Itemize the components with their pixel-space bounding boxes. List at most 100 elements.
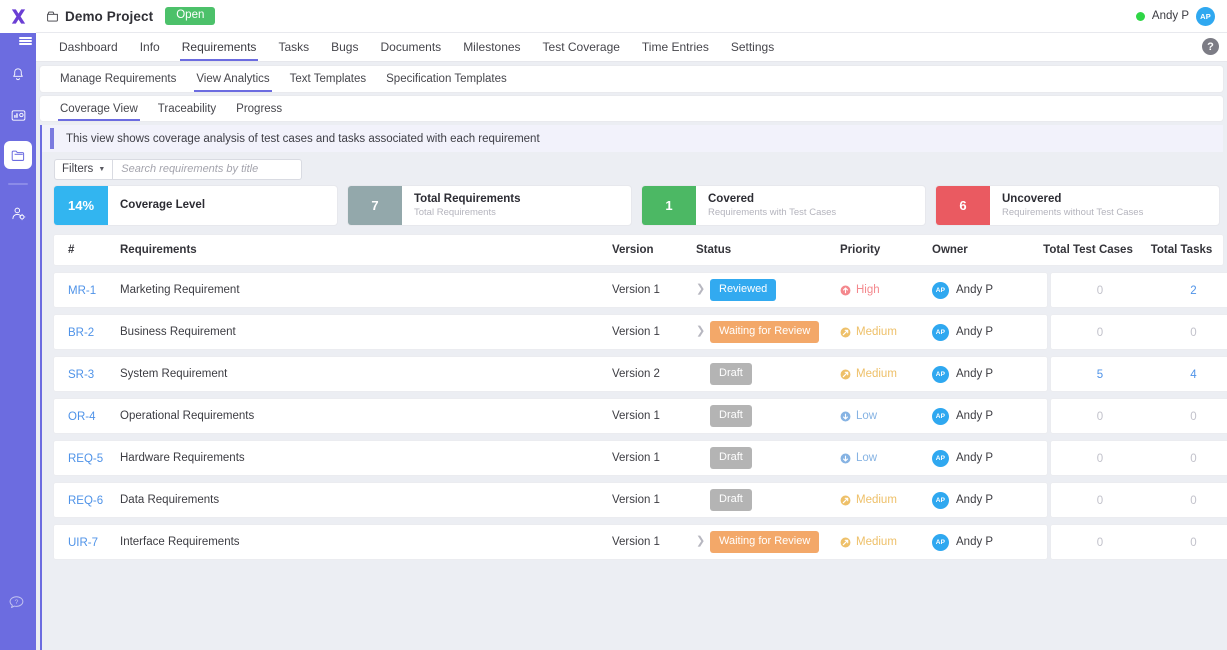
priority-cell: Low	[840, 410, 932, 422]
column-header-owner[interactable]: Owner	[932, 244, 1039, 256]
version-cell: Version 1	[612, 452, 660, 464]
tab-requirements[interactable]: Requirements	[171, 33, 268, 61]
status-cell: ❯ Reviewed	[696, 279, 840, 301]
chevron-right-icon[interactable]: ❯	[696, 324, 705, 337]
tab-milestones[interactable]: Milestones	[452, 33, 531, 61]
avatar[interactable]: AP	[932, 449, 949, 467]
tab-test-coverage[interactable]: Test Coverage	[532, 33, 631, 61]
status-badge[interactable]: Draft	[710, 405, 752, 427]
status-badge[interactable]: Draft	[710, 447, 752, 469]
app-logo[interactable]	[0, 0, 36, 33]
tab-traceability[interactable]: Traceability	[148, 96, 226, 121]
status-badge[interactable]: Draft	[710, 363, 752, 385]
user-settings-icon[interactable]	[4, 199, 32, 227]
table-row[interactable]: REQ-6 Data Requirements Version 1 ❯Draft Med…	[54, 483, 1227, 517]
help-icon[interactable]: ?	[1202, 38, 1219, 55]
tab-info[interactable]: Info	[129, 33, 171, 61]
hamburger-menu-icon[interactable]	[0, 33, 36, 49]
total-tasks-cell: 0	[1149, 533, 1227, 551]
table-row[interactable]: REQ-5 Hardware Requirements Version 1 ❯Draf…	[54, 441, 1227, 475]
column-header-total-test-cases[interactable]: Total Test Cases	[1039, 244, 1137, 256]
stat-title: Total Requirements	[414, 192, 521, 205]
requirement-id-link[interactable]: SR-3	[68, 369, 94, 381]
version-cell: Version 1	[612, 410, 660, 422]
table-row[interactable]: OR-4 Operational Requirements Version 1 ❯Dr…	[54, 399, 1227, 433]
online-status-dot	[1135, 11, 1145, 21]
total-test-cases-cell: 5	[1051, 365, 1149, 383]
chevron-right-icon[interactable]: ❯	[696, 534, 705, 547]
column-header-total-tasks[interactable]: Total Tasks	[1137, 244, 1226, 256]
stat-value: 1	[642, 186, 696, 225]
tab-specification-templates[interactable]: Specification Templates	[376, 66, 517, 92]
requirement-id-link[interactable]: MR-1	[68, 285, 96, 297]
project-status-badge[interactable]: Open	[165, 6, 216, 26]
priority-label: Medium	[856, 368, 897, 380]
filters-button[interactable]: Filters ▼	[54, 158, 113, 180]
tab-tasks[interactable]: Tasks	[267, 33, 320, 61]
tab-dashboard[interactable]: Dashboard	[48, 33, 129, 61]
table-row[interactable]: BR-2 Business Requirement Version 1 ❯ Waitin…	[54, 315, 1227, 349]
dashboard-card-icon[interactable]	[4, 101, 32, 129]
help-chat-icon[interactable]: ?	[0, 594, 36, 612]
total-tasks-value[interactable]: 2	[1190, 285, 1196, 297]
column-header-version[interactable]: Version	[612, 244, 696, 256]
total-tasks-value: 0	[1190, 453, 1197, 465]
avatar[interactable]: AP	[932, 491, 949, 509]
column-header-priority[interactable]: Priority	[840, 244, 932, 256]
folder-projects-icon[interactable]	[4, 141, 32, 169]
tab-documents[interactable]: Documents	[369, 33, 452, 61]
avatar[interactable]: AP	[932, 533, 949, 551]
tab-bugs[interactable]: Bugs	[320, 33, 369, 61]
requirement-id-link[interactable]: BR-2	[68, 327, 94, 339]
status-badge[interactable]: Reviewed	[710, 279, 777, 301]
top-bar-right: Andy P AP	[1135, 6, 1215, 26]
stat-value: 6	[936, 186, 990, 225]
avatar[interactable]: AP	[1196, 6, 1215, 26]
table-row[interactable]: UIR-7 Interface Requirements Version 1 ❯ Wai…	[54, 525, 1227, 559]
row-id-cell: SR-3	[54, 365, 120, 383]
row-main-segment: MR-1 Marketing Requirement Version 1 ❯ Revie…	[54, 273, 1047, 307]
tab-settings[interactable]: Settings	[720, 33, 785, 61]
stat-subtitle: Requirements with Test Cases	[708, 207, 837, 219]
requirement-id-link[interactable]: OR-4	[68, 411, 95, 423]
search-input[interactable]	[112, 158, 303, 180]
column-header-status[interactable]: Status	[696, 244, 840, 256]
status-badge[interactable]: Waiting for Review	[710, 321, 820, 343]
total-test-cases-value[interactable]: 5	[1097, 369, 1103, 381]
current-user-name[interactable]: Andy P	[1152, 10, 1189, 22]
chevron-right-icon[interactable]: ❯	[696, 282, 705, 295]
status-badge[interactable]: Draft	[710, 489, 752, 511]
total-tasks-cell: 0	[1149, 449, 1227, 467]
total-test-cases-cell: 0	[1051, 491, 1149, 509]
tab-manage-requirements[interactable]: Manage Requirements	[50, 66, 186, 92]
tab-time-entries[interactable]: Time Entries	[631, 33, 720, 61]
total-tasks-cell: 0	[1149, 491, 1227, 509]
row-main-segment: REQ-5 Hardware Requirements Version 1 ❯Draf…	[54, 441, 1047, 475]
avatar[interactable]: AP	[932, 407, 949, 425]
status-badge[interactable]: Waiting for Review	[710, 531, 820, 553]
table-row[interactable]: SR-3 System Requirement Version 2 ❯Draft Med…	[54, 357, 1227, 391]
owner-name: Andy P	[956, 452, 994, 464]
bell-icon[interactable]	[4, 61, 32, 89]
avatar[interactable]: AP	[932, 323, 949, 341]
tab-coverage-view[interactable]: Coverage View	[50, 96, 148, 121]
priority-label: Medium	[856, 536, 897, 548]
column-header-number[interactable]: #	[54, 244, 120, 256]
total-tasks-value: 0	[1190, 495, 1197, 507]
avatar[interactable]: AP	[932, 281, 949, 299]
requirement-id-link[interactable]: REQ-5	[68, 453, 103, 465]
requirement-title-cell: Operational Requirements	[120, 410, 255, 422]
total-tasks-value[interactable]: 4	[1190, 369, 1196, 381]
requirement-id-link[interactable]: UIR-7	[68, 537, 98, 549]
tab-text-templates[interactable]: Text Templates	[280, 66, 377, 92]
tab-view-analytics[interactable]: View Analytics	[186, 66, 279, 92]
total-test-cases-value: 0	[1096, 495, 1104, 507]
row-main-segment: REQ-6 Data Requirements Version 1 ❯Draft Med…	[54, 483, 1047, 517]
tab-progress[interactable]: Progress	[226, 96, 292, 121]
column-header-requirements[interactable]: Requirements	[120, 244, 612, 256]
avatar[interactable]: AP	[932, 365, 949, 383]
priority-label: Medium	[856, 494, 897, 506]
table-row[interactable]: MR-1 Marketing Requirement Version 1 ❯ Revie…	[54, 273, 1227, 307]
requirement-id-link[interactable]: REQ-6	[68, 495, 103, 507]
priority-low-icon	[840, 453, 851, 463]
